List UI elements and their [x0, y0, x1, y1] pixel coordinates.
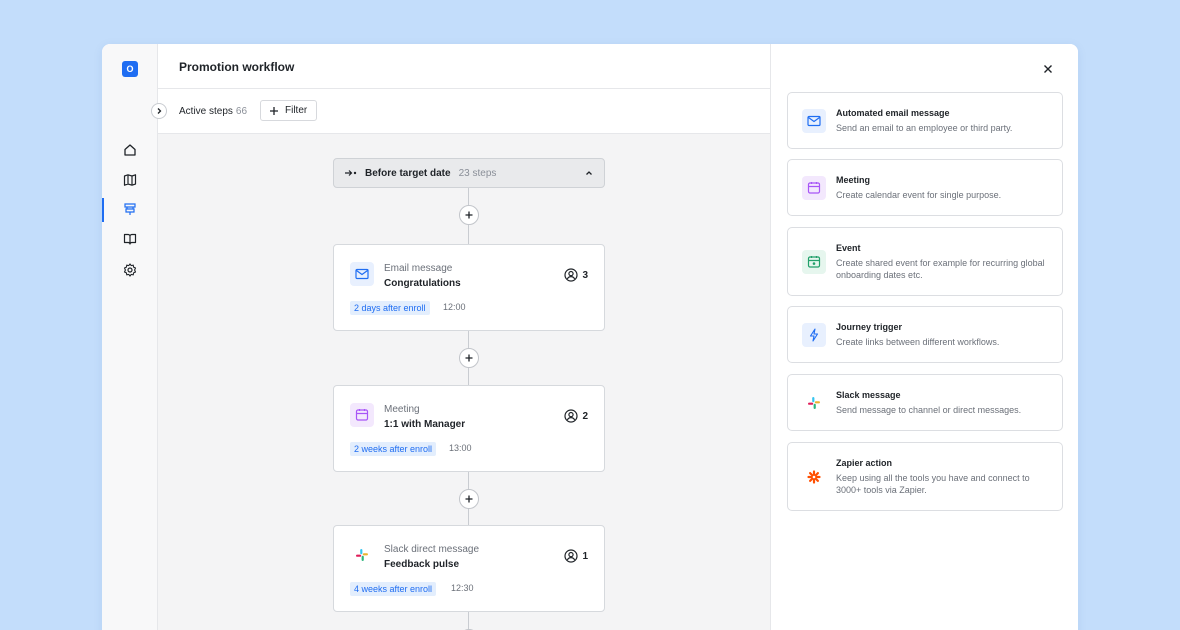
step-name: 1:1 with Manager: [384, 419, 466, 430]
workflow-icon[interactable]: [120, 199, 140, 219]
book-icon[interactable]: [120, 229, 140, 249]
app-window: O Promotion workflow Active steps 66 Fil…: [102, 44, 1078, 630]
user-circle-icon: [564, 268, 579, 282]
step-name: Congratulations: [384, 278, 461, 289]
add-step-button[interactable]: [459, 348, 479, 368]
calendar-icon: [802, 176, 826, 200]
plus-icon: [465, 495, 473, 503]
expand-sidebar-button[interactable]: [151, 103, 167, 119]
action-title: Zapier action: [836, 458, 893, 468]
chevron-right-icon: [157, 108, 162, 114]
action-zapier[interactable]: Zapier action Keep using all the tools y…: [787, 442, 1063, 511]
assignee-count-value: 1: [582, 550, 588, 562]
user-circle-icon: [564, 549, 579, 563]
action-description: Send an email to an employee or third pa…: [836, 123, 1013, 133]
close-icon[interactable]: [1040, 61, 1056, 77]
settings-icon[interactable]: [120, 260, 140, 280]
step-card-email[interactable]: Email message Congratulations 3 2 days a…: [333, 244, 605, 331]
map-icon[interactable]: [120, 170, 140, 190]
active-steps-count: 66: [235, 106, 248, 117]
action-description: Keep using all the tools you have and co…: [836, 473, 1030, 495]
slack-icon: [802, 391, 826, 415]
mail-icon: [350, 262, 374, 286]
step-card-slack[interactable]: Slack direct message Feedback pulse 1 4 …: [333, 525, 605, 612]
action-description: Send message to channel or direct messag…: [836, 405, 1022, 415]
page-title: Promotion workflow: [179, 60, 295, 74]
timing-badge: 4 weeks after enroll: [350, 582, 437, 596]
calendar-icon: [350, 403, 374, 427]
assignee-count: 1: [564, 549, 588, 563]
filter-button[interactable]: Filter: [260, 100, 318, 121]
chevron-up-icon[interactable]: [584, 168, 594, 178]
sidebar: O: [102, 44, 158, 630]
user-circle-icon: [564, 409, 579, 423]
mail-icon: [802, 109, 826, 133]
assignee-count-value: 3: [582, 269, 588, 281]
workflow-canvas: Before target date 23 steps Email messag…: [158, 134, 770, 630]
app-logo[interactable]: O: [122, 61, 138, 77]
filter-bar: Active steps 66 Filter: [151, 89, 770, 134]
plus-icon: [465, 354, 473, 362]
timing-badge: 2 days after enroll: [350, 301, 430, 315]
action-journey-trigger[interactable]: Journey trigger Create links between dif…: [787, 306, 1063, 363]
step-type: Slack direct message: [384, 544, 480, 555]
plus-icon: [270, 106, 278, 115]
workflow-main: Promotion workflow Active steps 66 Filter…: [151, 44, 771, 630]
step-group-header[interactable]: Before target date 23 steps: [333, 158, 605, 188]
nav-active-indicator: [102, 198, 104, 222]
action-title: Slack message: [836, 390, 901, 400]
action-event[interactable]: Event Create shared event for example fo…: [787, 227, 1063, 296]
lightning-icon: [802, 323, 826, 347]
group-label: Before target date: [365, 167, 451, 179]
top-bar: Promotion workflow: [158, 44, 770, 89]
filter-label: Filter: [285, 105, 308, 116]
assignee-count: 2: [564, 409, 588, 423]
add-action-panel: Automated email message Send an email to…: [771, 44, 1078, 630]
step-time: 12:30: [451, 583, 474, 593]
add-step-button[interactable]: [459, 489, 479, 509]
plus-icon: [465, 211, 473, 219]
step-name: Feedback pulse: [384, 559, 460, 570]
step-type: Meeting: [384, 404, 420, 415]
arrow-right-dot-icon: [345, 170, 357, 176]
connector-line: [468, 612, 469, 630]
action-description: Create calendar event for single purpose…: [836, 190, 1002, 200]
assignee-count-value: 2: [582, 410, 588, 422]
action-description: Create shared event for example for recu…: [836, 258, 1045, 280]
assignee-count: 3: [564, 268, 588, 282]
add-step-button[interactable]: [459, 205, 479, 225]
zapier-icon: [802, 465, 826, 489]
active-steps: Active steps 66: [179, 106, 247, 117]
step-time: 12:00: [443, 302, 466, 312]
action-automated-email[interactable]: Automated email message Send an email to…: [787, 92, 1063, 149]
action-slack-message[interactable]: Slack message Send message to channel or…: [787, 374, 1063, 431]
slack-icon: [350, 543, 374, 567]
step-card-meeting[interactable]: Meeting 1:1 with Manager 2 2 weeks after…: [333, 385, 605, 472]
step-type: Email message: [384, 263, 453, 274]
action-title: Meeting: [836, 175, 871, 185]
timing-badge: 2 weeks after enroll: [350, 442, 437, 456]
active-steps-label: Active steps: [179, 106, 233, 117]
group-count: 23 steps: [458, 167, 497, 179]
step-time: 13:00: [449, 443, 472, 453]
home-icon[interactable]: [120, 140, 140, 160]
event-icon: [802, 250, 826, 274]
action-title: Event: [836, 243, 861, 253]
action-meeting[interactable]: Meeting Create calendar event for single…: [787, 159, 1063, 216]
action-title: Journey trigger: [836, 322, 903, 332]
action-title: Automated email message: [836, 108, 950, 118]
action-description: Create links between different workflows…: [836, 337, 1000, 347]
